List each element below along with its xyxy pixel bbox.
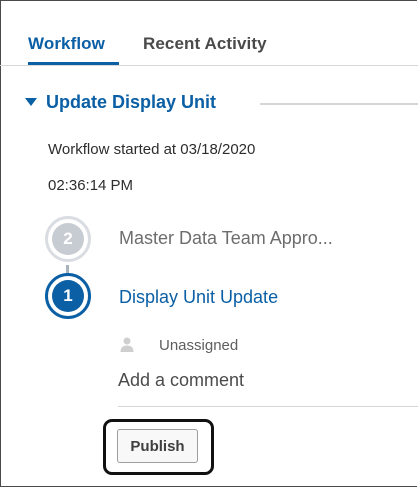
step-label-display-unit-update[interactable]: Display Unit Update [119,287,278,308]
caret-down-icon[interactable] [25,98,37,106]
section-divider [260,103,418,105]
step-label-master-data-approval: Master Data Team Appro... [119,228,333,248]
tab-recent-activity[interactable]: Recent Activity [143,34,267,54]
assignee-status: Unassigned [159,337,239,354]
person-icon [120,337,134,352]
step-number-badge: 2 [52,223,84,255]
tab-bar: Workflow Recent Activity [0,0,418,66]
comment-underline [118,406,418,407]
active-tab-indicator [28,62,119,65]
workflow-started-text: Workflow started at 03/18/2020 [48,141,256,158]
section-header-update-display-unit[interactable]: Update Display Unit [20,92,418,114]
tab-workflow[interactable]: Workflow [28,34,105,54]
publish-button[interactable]: Publish [117,429,198,463]
step-number-badge-current: 1 [52,280,84,312]
workflow-started-time: 02:36:14 PM [48,177,134,194]
comment-input[interactable]: Add a comment [118,370,418,391]
section-title[interactable]: Update Display Unit [46,92,216,113]
